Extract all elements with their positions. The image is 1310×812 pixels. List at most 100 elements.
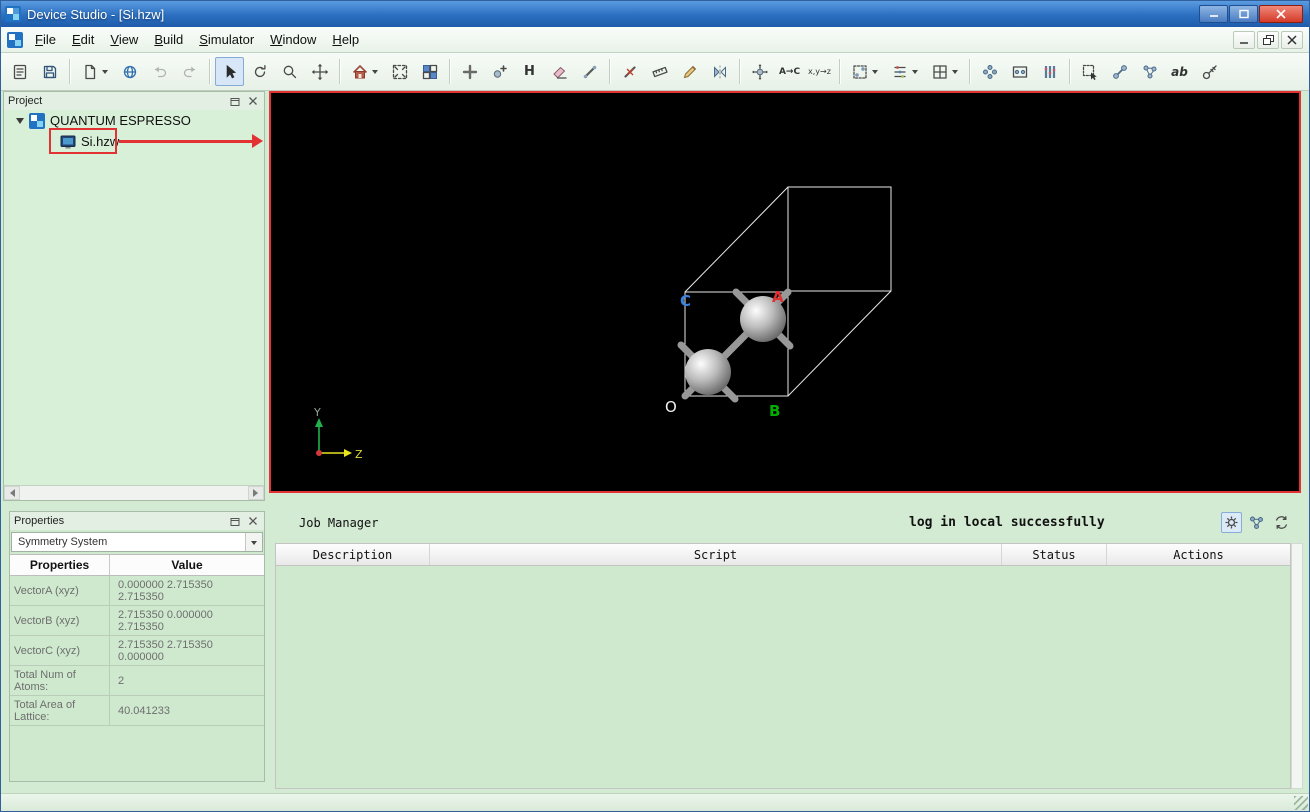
mdi-minimize-button[interactable] — [1233, 30, 1255, 49]
break-bond-button[interactable] — [615, 57, 644, 86]
horizontal-scrollbar[interactable] — [4, 485, 264, 500]
new-file-button[interactable] — [75, 57, 114, 86]
expander-icon[interactable] — [16, 118, 24, 128]
bond-tool-button[interactable] — [1105, 57, 1134, 86]
job-manager: Job Manager log in local successfully — [275, 511, 1303, 537]
mdi-minimize-icon — [1240, 41, 1248, 44]
move-atoms-button[interactable] — [745, 57, 774, 86]
menu-build[interactable]: Build — [146, 28, 191, 51]
add-fragment-button[interactable] — [485, 57, 514, 86]
menu-edit[interactable]: Edit — [64, 28, 102, 51]
properties-table-header: Properties Value — [10, 554, 264, 576]
align-atoms-button[interactable] — [885, 57, 924, 86]
structure-canvas[interactable]: C A B O Y Z — [271, 93, 1299, 491]
dropdown-arrow-icon[interactable] — [372, 70, 378, 77]
undock-panel-button[interactable] — [228, 95, 242, 108]
zoom-button[interactable] — [275, 57, 304, 86]
molecule-icon — [1143, 65, 1156, 78]
erase-button[interactable] — [545, 57, 574, 86]
fit-view-button[interactable] — [385, 57, 414, 86]
axis-label-b: B — [769, 402, 780, 420]
add-hydrogen-button[interactable]: H — [515, 57, 544, 86]
adjust-tool-button[interactable] — [1195, 57, 1224, 86]
job-refresh-button[interactable] — [1271, 512, 1292, 533]
scroll-left-button[interactable] — [4, 486, 20, 500]
new-project-button[interactable] — [5, 57, 34, 86]
dropdown-arrow-icon[interactable] — [872, 70, 878, 77]
table-row: Total Num of Atoms: 2 — [10, 666, 264, 696]
build-crystal-button[interactable] — [845, 57, 884, 86]
mdi-restore-icon — [1262, 34, 1274, 45]
close-button[interactable] — [1259, 5, 1303, 23]
mdi-restore-button[interactable] — [1257, 30, 1279, 49]
menu-simulator[interactable]: Simulator — [191, 28, 262, 51]
symmetry-system-select[interactable]: Symmetry System — [11, 532, 263, 552]
atom-si-1[interactable] — [685, 349, 731, 395]
scroll-right-button[interactable] — [248, 486, 264, 500]
job-settings-button[interactable] — [1221, 512, 1242, 533]
column-header-actions[interactable]: Actions — [1107, 544, 1290, 565]
build-cluster-button[interactable] — [975, 57, 1004, 86]
undock-panel-button[interactable] — [228, 515, 242, 528]
scroll-left-icon — [6, 489, 15, 497]
undo-button[interactable] — [145, 57, 174, 86]
add-atom-button[interactable] — [455, 57, 484, 86]
maximize-icon — [1238, 9, 1249, 19]
pan-button[interactable] — [305, 57, 334, 86]
draw-bond-button[interactable] — [575, 57, 604, 86]
table-row: Total Area of Lattice: 40.041233 — [10, 696, 264, 726]
open-workspace-button[interactable] — [115, 57, 144, 86]
measure-button[interactable] — [645, 57, 674, 86]
set-coordinates-button[interactable]: x,y→z — [805, 57, 834, 86]
home-view-button[interactable] — [345, 57, 384, 86]
project-tree: QUANTUM ESPRESSO Si.hzw — [4, 110, 264, 485]
menu-window[interactable]: Window — [262, 28, 324, 51]
mirror-button[interactable] — [705, 57, 734, 86]
table-row: VectorA (xyz) 0.000000 2.715350 2.715350 — [10, 576, 264, 606]
orientation-triad: Y Z — [313, 406, 363, 461]
plus-icon — [462, 64, 477, 79]
redo-button[interactable] — [175, 57, 204, 86]
molecule-tool-button[interactable] — [1135, 57, 1164, 86]
column-header-value[interactable]: Value — [110, 555, 264, 575]
column-header-properties[interactable]: Properties — [10, 555, 110, 575]
tile-windows-button[interactable] — [415, 57, 444, 86]
column-header-script[interactable]: Script — [430, 544, 1002, 565]
tree-node-quantum-espresso[interactable]: QUANTUM ESPRESSO — [4, 110, 264, 131]
dropdown-arrow-icon[interactable] — [912, 70, 918, 77]
menu-help[interactable]: Help — [324, 28, 367, 51]
build-heterostructure-button[interactable] — [1035, 57, 1064, 86]
property-name: VectorC (xyz) — [10, 636, 110, 665]
toolbar-separator — [209, 59, 210, 84]
sketch-button[interactable] — [675, 57, 704, 86]
dropdown-arrow-icon[interactable] — [952, 70, 958, 77]
coordinates-label-icon: x,y→z — [808, 67, 831, 76]
job-network-button[interactable] — [1246, 512, 1267, 533]
build-nanostructure-button[interactable] — [1005, 57, 1034, 86]
minimize-button[interactable] — [1199, 5, 1228, 23]
3d-viewport[interactable]: C A B O Y Z — [269, 91, 1301, 493]
mdi-close-button[interactable] — [1281, 30, 1303, 49]
menu-view[interactable]: View — [102, 28, 146, 51]
select-region-button[interactable] — [1075, 57, 1104, 86]
maximize-button[interactable] — [1229, 5, 1258, 23]
rotate-view-button[interactable] — [245, 57, 274, 86]
bond-chain-icon — [1112, 64, 1127, 79]
save-button[interactable] — [35, 57, 64, 86]
change-element-button[interactable]: A→C — [775, 57, 804, 86]
job-table-scrollbar[interactable] — [1291, 543, 1303, 789]
build-supercell-button[interactable] — [925, 57, 964, 86]
column-header-status[interactable]: Status — [1002, 544, 1107, 565]
close-panel-button[interactable] — [246, 515, 260, 528]
close-panel-button[interactable] — [246, 95, 260, 108]
mirror-icon — [713, 65, 726, 78]
menu-file[interactable]: File — [27, 28, 64, 51]
dropdown-arrow-icon[interactable] — [102, 70, 108, 77]
label-ab-button[interactable]: ab — [1165, 57, 1194, 86]
resize-grip[interactable] — [1294, 796, 1308, 810]
bond-icon — [583, 65, 596, 78]
select-button[interactable] — [215, 57, 244, 86]
annotation-arrow-head — [252, 134, 263, 148]
column-header-description[interactable]: Description — [276, 544, 430, 565]
combo-dropdown-button[interactable] — [245, 533, 262, 551]
